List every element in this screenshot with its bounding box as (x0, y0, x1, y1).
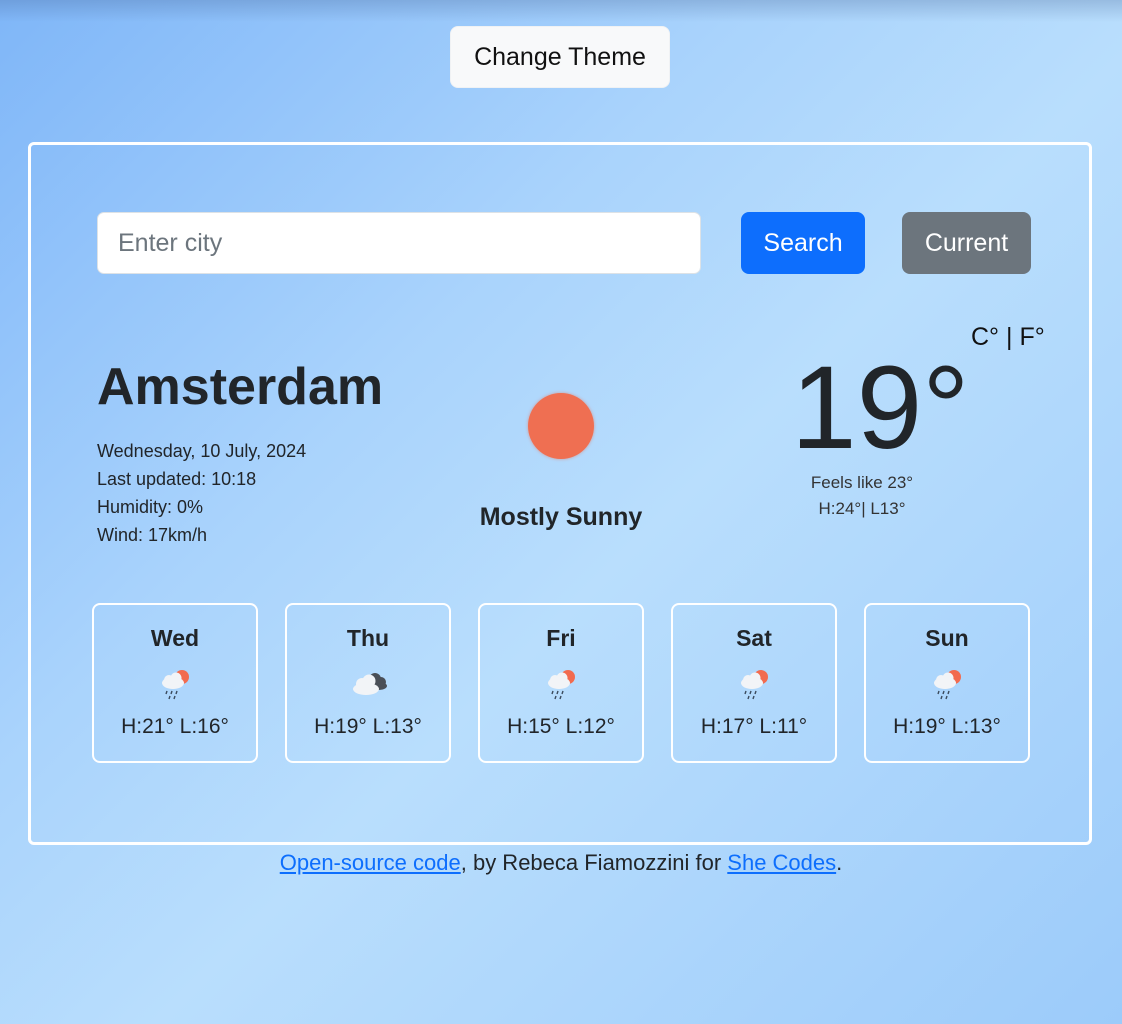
weather-condition: Mostly Sunny (479, 503, 643, 531)
forecast-temps: H:15° L:12° (507, 715, 615, 738)
city-name: Amsterdam (97, 358, 384, 416)
forecast-day-name: Sat (736, 625, 772, 651)
forecast-day: Sat H:17° L:11° (671, 603, 837, 763)
forecast-day: Fri H:15° L:12° (478, 603, 644, 763)
wind: Wind: 17km/h (97, 525, 208, 545)
high-low: H:24°| L13° (818, 499, 906, 518)
current-location-button[interactable]: Current (902, 212, 1031, 274)
footer-period: . (836, 850, 843, 875)
forecast-temps: H:17° L:11° (700, 715, 808, 738)
current-temperature: 19° (791, 342, 970, 474)
rain-sun-icon (548, 670, 575, 700)
rain-sun-icon (934, 670, 961, 700)
footer: Open-source code, by Rebeca Fiamozzini f… (0, 850, 1122, 876)
forecast-day: Wed H:21° L:16° (92, 603, 258, 763)
forecast-temps: H:19° L:13° (314, 715, 422, 738)
forecast-day-name: Fri (546, 625, 576, 651)
search-button[interactable]: Search (741, 212, 865, 274)
rain-sun-icon (741, 670, 768, 700)
cloudy-icon (353, 673, 387, 695)
celsius-toggle[interactable]: C° (971, 323, 999, 351)
current-date: Wednesday, 10 July, 2024 (97, 441, 307, 461)
rain-sun-icon (162, 670, 189, 700)
last-updated: Last updated: 10:18 (97, 469, 257, 489)
footer-credit: , by Rebeca Fiamozzini for (460, 850, 728, 875)
feels-like: Feels like 23° (810, 473, 914, 492)
weather-details: Wednesday, 10 July, 2024 Last updated: 1… (97, 437, 306, 549)
unit-separator: | (1006, 323, 1020, 351)
forecast-temps: H:21° L:16° (121, 715, 229, 738)
city-search-input[interactable] (97, 212, 701, 274)
forecast-day-name: Thu (346, 625, 390, 651)
forecast-day-name: Sun (925, 625, 969, 651)
forecast-day: Thu H:19° L:13° (285, 603, 451, 763)
change-theme-button[interactable]: Change Theme (450, 26, 670, 88)
weather-card: Search Current Amsterdam Wednesday, 10 J… (28, 142, 1092, 845)
humidity: Humidity: 0% (97, 497, 204, 517)
top-shadow (0, 0, 1122, 22)
she-codes-link[interactable]: She Codes (727, 850, 836, 875)
forecast-day: Sun H:19° L:13° (864, 603, 1030, 763)
fahrenheit-toggle[interactable]: F° (1019, 323, 1044, 351)
open-source-link[interactable]: Open-source code (280, 850, 461, 875)
forecast-day-name: Wed (150, 625, 200, 651)
sun-icon (528, 393, 594, 459)
unit-toggle: C° | F° (971, 323, 1045, 352)
forecast-temps: H:19° L:13° (893, 715, 1001, 738)
